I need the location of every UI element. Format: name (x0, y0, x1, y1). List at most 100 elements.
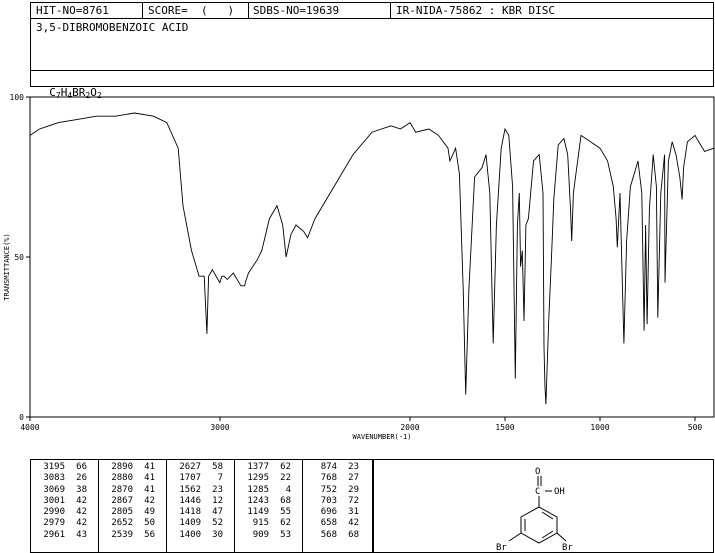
peak-transmittance: 38 (76, 484, 87, 495)
peak-row: 874 23 (309, 462, 359, 473)
plot-frame (29, 96, 715, 418)
y-tick-label: 0 (19, 413, 24, 422)
peak-wavenumber: 1409 (179, 518, 201, 529)
peak-row: 915 62 (241, 518, 291, 529)
peak-row: 2890 41 (105, 462, 155, 473)
peak-wavenumber: 2805 (111, 507, 133, 518)
peak-transmittance: 23 (348, 462, 359, 472)
peak-wavenumber: 1707 (179, 473, 201, 484)
peak-transmittance: 66 (76, 462, 87, 472)
peak-wavenumber: 1418 (179, 507, 201, 518)
peak-transmittance: 62 (280, 462, 291, 472)
peak-table-divider (166, 459, 167, 553)
peak-transmittance: 42 (76, 507, 87, 518)
y-tick-label: 50 (14, 253, 24, 262)
peak-wavenumber: 1400 (179, 529, 201, 540)
peak-table-divider (98, 459, 99, 553)
peak-wavenumber: 915 (252, 518, 269, 529)
peak-row: 1377 62 (241, 462, 291, 473)
peak-transmittance: 68 (348, 529, 359, 540)
peak-row: 1418 47 (173, 507, 223, 518)
peak-wavenumber: 2890 (111, 462, 133, 472)
peak-row: 568 68 (309, 530, 359, 541)
peak-transmittance: 27 (348, 473, 359, 484)
peak-wavenumber: 1295 (247, 473, 269, 484)
peak-wavenumber: 3195 (43, 462, 65, 472)
peak-transmittance: 7 (217, 473, 223, 484)
x-axis-label: WAVENUMBER(-1) (352, 433, 411, 441)
x-tick-label: 3000 (210, 423, 229, 432)
peak-wavenumber: 1285 (247, 484, 269, 495)
peak-table-divider (234, 459, 235, 553)
peak-transmittance: 22 (280, 473, 291, 484)
peak-row: 2627 58 (173, 462, 223, 473)
peak-transmittance: 41 (144, 484, 155, 495)
peak-wavenumber: 2990 (43, 507, 65, 518)
peak-row: 2539 56 (105, 530, 155, 541)
peak-row: 3083 26 (37, 473, 87, 484)
peak-row: 1562 23 (173, 485, 223, 496)
peak-wavenumber: 909 (252, 529, 269, 540)
peak-wavenumber: 1243 (247, 495, 269, 506)
peak-transmittance: 12 (212, 495, 223, 506)
peak-transmittance: 58 (212, 462, 223, 472)
peak-transmittance: 72 (348, 495, 359, 506)
peak-transmittance: 41 (144, 462, 155, 472)
peak-row: 3001 42 (37, 496, 87, 507)
peak-row: 1285 4 (241, 485, 291, 496)
peak-row: 1400 30 (173, 530, 223, 541)
x-tick-label: 2000 (400, 423, 419, 432)
peak-wavenumber: 2652 (111, 518, 133, 529)
peak-row: 2805 49 (105, 507, 155, 518)
peak-row: 2867 42 (105, 496, 155, 507)
peak-transmittance: 42 (144, 495, 155, 506)
x-tick-label: 1000 (590, 423, 609, 432)
peak-transmittance: 42 (76, 518, 87, 529)
peak-wavenumber: 3083 (43, 473, 65, 484)
y-tick-label: 100 (10, 93, 25, 102)
peak-transmittance: 42 (348, 518, 359, 529)
peak-wavenumber: 2979 (43, 518, 65, 529)
peak-row: 2961 43 (37, 530, 87, 541)
peak-table-column: 2627 58 1707 7 1562 23 1446 12 1418 47 1409 52 1400 3… (173, 462, 223, 541)
peak-wavenumber: 703 (320, 495, 337, 506)
x-tick-label: 1500 (495, 423, 514, 432)
peak-transmittance: 4 (285, 484, 291, 495)
peak-row: 752 29 (309, 485, 359, 496)
peak-transmittance: 49 (144, 507, 155, 518)
peak-row: 658 42 (309, 518, 359, 529)
peak-table-column: 3195 66 3083 26 3069 38 3001 42 2990 42 2979 42 2961… (37, 462, 87, 541)
peak-row: 2990 42 (37, 507, 87, 518)
peak-transmittance: 56 (144, 529, 155, 540)
peak-transmittance: 43 (76, 529, 87, 540)
peak-wavenumber: 752 (320, 484, 337, 495)
peak-wavenumber: 2870 (111, 484, 133, 495)
y-axis-label: TRANSMITTANCE(%) (3, 233, 11, 300)
peak-wavenumber: 658 (320, 518, 337, 529)
peak-wavenumber: 2961 (43, 529, 65, 540)
peak-wavenumber: 1149 (247, 507, 269, 518)
peak-transmittance: 30 (212, 529, 223, 540)
spectrum-line (29, 112, 715, 405)
peak-transmittance: 68 (280, 495, 291, 506)
peak-row: 2652 50 (105, 518, 155, 529)
peak-transmittance: 31 (348, 507, 359, 518)
peak-wavenumber: 3069 (43, 484, 65, 495)
peak-transmittance: 42 (76, 495, 87, 506)
ir-spectrum-chart: 4000 3000 2000 1500 1000 500 0 50 100 WAVENUMBER(… (3, 93, 715, 441)
peak-row: 768 27 (309, 473, 359, 484)
peak-row: 696 31 (309, 507, 359, 518)
peak-row: 3069 38 (37, 485, 87, 496)
peak-transmittance: 23 (212, 484, 223, 495)
peak-transmittance: 62 (280, 518, 291, 529)
x-tick-label: 4000 (20, 423, 39, 432)
peak-wavenumber: 1377 (247, 462, 269, 472)
structure-box (372, 459, 714, 553)
peak-row: 703 72 (309, 496, 359, 507)
peak-transmittance: 41 (144, 473, 155, 484)
peak-table-column: 874 23 768 27 752 29 703 72 696 31 658 42 568 68 (309, 462, 359, 541)
peak-row: 909 53 (241, 530, 291, 541)
peak-table-column: 1377 62 1295 22 1285 4 1243 68 1149 55 915 62 909 53 (241, 462, 291, 541)
peak-row: 1409 52 (173, 518, 223, 529)
peak-transmittance: 26 (76, 473, 87, 484)
